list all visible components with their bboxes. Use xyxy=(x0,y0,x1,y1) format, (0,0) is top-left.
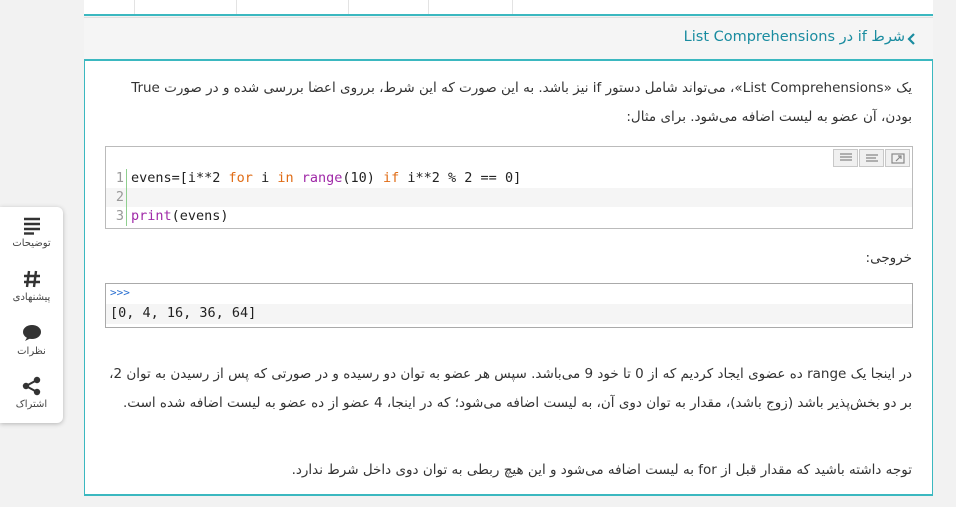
wrap-icon xyxy=(865,154,878,162)
chevron-left-icon xyxy=(907,33,915,45)
line-number: 2 xyxy=(106,188,127,207)
toolbar-label: پیشنهادی xyxy=(12,292,51,303)
code-block: 1 evens=[i**2 for i in range(10) if i**2… xyxy=(105,146,913,229)
code-text: print(evens) xyxy=(131,208,229,224)
output-label: خروجی: xyxy=(865,250,912,266)
toolbar-item-comments[interactable]: نظرات xyxy=(0,322,63,357)
table-cell-divider xyxy=(236,0,237,14)
section-content: یک «List Comprehensions»، می‌تواند شامل … xyxy=(84,59,933,496)
intro-paragraph: یک «List Comprehensions»، می‌تواند شامل … xyxy=(131,80,912,125)
toolbar-item-suggested[interactable]: پیشنهادی xyxy=(0,268,63,303)
table-cell-divider xyxy=(348,0,349,14)
code-body: 1 evens=[i**2 for i in range(10) if i**2… xyxy=(106,169,912,228)
hashtag-icon xyxy=(23,270,40,288)
comment-icon xyxy=(22,325,41,341)
toolbar-label: اشتراک xyxy=(15,399,48,410)
code-line: 2 xyxy=(106,188,912,207)
line-number: 3 xyxy=(106,207,127,226)
share-icon xyxy=(22,376,40,396)
output-value: [0, 4, 16, 36, 64] xyxy=(110,305,257,321)
table-cell-divider xyxy=(428,0,429,14)
toolbar-label: توضیحات xyxy=(12,238,51,249)
code-toolbar xyxy=(106,147,912,169)
code-text: evens=[i**2 for i in range(10) if i**2 %… xyxy=(131,170,522,186)
note-paragraph: توجه داشته باشید که مقدار قبل از for به … xyxy=(291,462,912,478)
section-header[interactable]: شرط if در List Comprehensions xyxy=(84,17,933,60)
floating-toolbar: توضیحات پیشنهادی نظرات اشتراک xyxy=(0,207,63,423)
wrap-button[interactable] xyxy=(859,149,884,167)
explanation-paragraph: در اینجا یک range ده عضوی ایجاد کردیم که… xyxy=(109,366,912,411)
view-source-button[interactable] xyxy=(833,149,858,167)
previous-table-fragment xyxy=(84,0,933,16)
toolbar-item-share[interactable]: اشتراک xyxy=(0,375,63,410)
code-line: 3 print(evens) xyxy=(106,207,912,226)
toolbar-item-description[interactable]: توضیحات xyxy=(0,214,63,249)
table-cell-divider xyxy=(512,0,513,14)
code-line: 1 evens=[i**2 for i in range(10) if i**2… xyxy=(106,169,912,188)
expand-icon xyxy=(890,152,905,164)
output-prompt: >>> xyxy=(110,286,130,299)
output-block: >>> [0, 4, 16, 36, 64] xyxy=(105,283,913,328)
lines-icon xyxy=(839,153,852,161)
line-number: 1 xyxy=(106,169,127,188)
toolbar-label: نظرات xyxy=(17,346,46,357)
table-cell-divider xyxy=(134,0,135,14)
list-icon xyxy=(23,217,40,235)
section-title: شرط if در List Comprehensions xyxy=(683,29,905,45)
popup-button[interactable] xyxy=(885,149,910,167)
